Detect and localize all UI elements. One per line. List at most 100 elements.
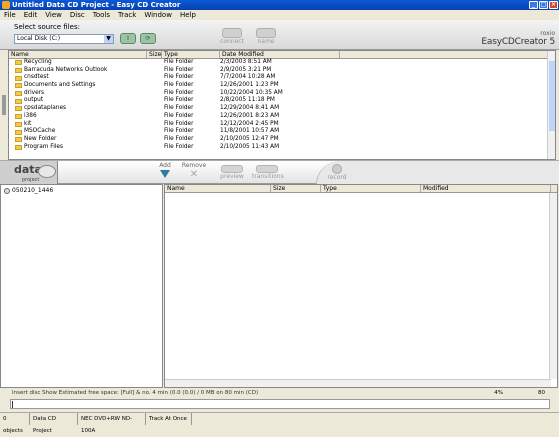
table-row[interactable]: i386 File Folder 12/26/2001 8:23 AM	[9, 113, 555, 121]
cd-icon	[38, 165, 56, 178]
row-name: MSOCache	[24, 128, 56, 135]
table-row[interactable]: cpsdataplanes File Folder 12/29/2004 8:41 …	[9, 105, 555, 113]
row-type: File Folder	[164, 74, 194, 81]
row-size	[147, 105, 162, 113]
folder-icon	[15, 106, 22, 112]
name-icon	[256, 28, 276, 38]
project-toolbar: data project Add Remove ✕ preview transi…	[0, 160, 559, 185]
file-list-scrollbar[interactable]	[547, 51, 555, 159]
source-file-list[interactable]: Name Size Type Date Modified Recycling Fi…	[8, 50, 556, 160]
row-date: 2/10/2005 11:43 AM	[220, 143, 280, 150]
table-row[interactable]: kit File Folder 12/12/2004 2:45 PM	[9, 121, 555, 129]
connect-icon	[222, 28, 242, 38]
data-project-badge: data project	[0, 161, 58, 185]
status-drive: NEC DVD+RW ND-100A	[78, 413, 146, 434]
maximize-button[interactable]: □	[539, 1, 548, 9]
capacity-max: 80	[538, 390, 545, 396]
row-size	[147, 128, 162, 136]
preview-button[interactable]: preview	[220, 165, 244, 180]
menu-view[interactable]: View	[45, 10, 62, 20]
left-splitter[interactable]	[0, 50, 8, 160]
transitions-button[interactable]: transitions	[252, 165, 284, 180]
column-modified[interactable]: Modified	[421, 185, 551, 192]
table-row[interactable]: Documents and Settings File Folder 12/26/2…	[9, 82, 555, 90]
table-row[interactable]: Program Files File Folder 2/10/2005 11:43 …	[9, 144, 555, 152]
record-panel	[316, 161, 559, 185]
capacity-text: Insert disc Show Estimated free space: […	[12, 390, 259, 396]
remove-x-icon: ✕	[189, 169, 199, 180]
source-toolbar: Select source files: Local Disk (C:) ▼ ⇧…	[0, 20, 559, 50]
menu-disc[interactable]: Disc	[70, 10, 85, 20]
refresh-icon: ⟳	[145, 35, 151, 42]
row-date: 12/29/2004 8:41 AM	[220, 105, 280, 112]
row-size	[147, 74, 162, 82]
table-row[interactable]: Barracuda Networks Outlook File Folder 2/9…	[9, 67, 555, 75]
menu-file[interactable]: File	[4, 10, 16, 20]
tree-item-disc[interactable]: 050210_1446	[4, 187, 53, 194]
roxio-logo-text: roxio	[540, 30, 555, 37]
up-folder-button[interactable]: ⇧	[120, 33, 136, 44]
record-button[interactable]: record	[325, 164, 349, 181]
splitter-handle[interactable]	[2, 95, 6, 115]
row-type: File Folder	[164, 105, 194, 112]
row-name: Barracuda Networks Outlook	[24, 66, 108, 73]
row-name-cell: i386	[9, 113, 147, 121]
table-row[interactable]: cnsdtest File Folder 7/7/2004 10:28 AM	[9, 74, 555, 82]
menu-help[interactable]: Help	[180, 10, 196, 20]
title-bar: Untitled Data CD Project - Easy CD Creat…	[0, 0, 559, 10]
row-name: Program Files	[24, 143, 64, 150]
table-row[interactable]: drivers File Folder 10/22/2004 10:35 AM	[9, 90, 555, 98]
project-tree[interactable]: 050210_1446	[0, 184, 163, 388]
table-row[interactable]: New Folder File Folder 2/10/2005 12:47 PM	[9, 136, 555, 144]
row-name: output	[24, 97, 44, 104]
refresh-button[interactable]: ⟳	[140, 33, 156, 44]
add-button[interactable]: Add	[157, 162, 173, 178]
menu-tools[interactable]: Tools	[93, 10, 110, 20]
chevron-down-icon[interactable]: ▼	[104, 35, 113, 43]
row-name-cell: cnsdtest	[9, 74, 147, 82]
column-name[interactable]: Name	[9, 51, 147, 58]
capacity-percent: 4%	[494, 390, 503, 396]
column-type[interactable]: Type	[321, 185, 421, 192]
status-project-type: Data CD Project	[30, 413, 78, 434]
scroll-thumb[interactable]	[549, 61, 555, 131]
column-size[interactable]: Size	[271, 185, 321, 192]
row-name: kit	[24, 120, 32, 127]
table-row[interactable]: Recycling File Folder 2/3/2003 8:51 AM	[9, 59, 555, 67]
table-row[interactable]: output File Folder 2/8/2005 11:18 PM	[9, 97, 555, 105]
connect-button[interactable]: connect	[220, 28, 244, 45]
row-name-cell: cpsdataplanes	[9, 105, 147, 113]
close-button[interactable]: ×	[549, 1, 558, 9]
row-date: 7/7/2004 10:28 AM	[220, 74, 276, 81]
project-list-hscrollbar[interactable]	[165, 379, 551, 387]
folder-icon	[15, 137, 22, 143]
table-row[interactable]: MSOCache File Folder 11/8/2001 10:57 AM	[9, 128, 555, 136]
project-list-vscrollbar[interactable]	[549, 193, 557, 379]
add-label: Add	[159, 162, 171, 169]
file-list-header: Name Size Type Date Modified	[9, 51, 555, 59]
row-name-cell: kit	[9, 121, 147, 129]
column-name[interactable]: Name	[165, 185, 271, 192]
remove-label: Remove	[181, 162, 207, 169]
row-name-cell: drivers	[9, 90, 147, 98]
remove-button[interactable]: Remove ✕	[181, 162, 207, 180]
name-button[interactable]: name	[254, 28, 278, 45]
column-type[interactable]: Type	[162, 51, 220, 58]
menu-window[interactable]: Window	[144, 10, 172, 20]
row-type: File Folder	[164, 128, 194, 135]
row-type: File Folder	[164, 97, 194, 104]
source-drive-select[interactable]: Local Disk (C:) ▼	[14, 34, 114, 44]
column-size[interactable]: Size	[147, 51, 162, 58]
row-type: File Folder	[164, 112, 194, 119]
minimize-button[interactable]: _	[529, 1, 538, 9]
menu-edit[interactable]: Edit	[24, 10, 38, 20]
transitions-icon	[256, 165, 278, 173]
row-size	[147, 121, 162, 129]
file-list-rows: Recycling File Folder 2/3/2003 8:51 AM Barr…	[9, 59, 555, 151]
menu-track[interactable]: Track	[118, 10, 136, 20]
row-type: File Folder	[164, 89, 194, 96]
row-type: File Folder	[164, 66, 194, 73]
project-file-list[interactable]: Name Size Type Modified	[164, 184, 558, 388]
column-date[interactable]: Date Modified	[220, 51, 340, 58]
row-name-cell: Program Files	[9, 144, 147, 152]
